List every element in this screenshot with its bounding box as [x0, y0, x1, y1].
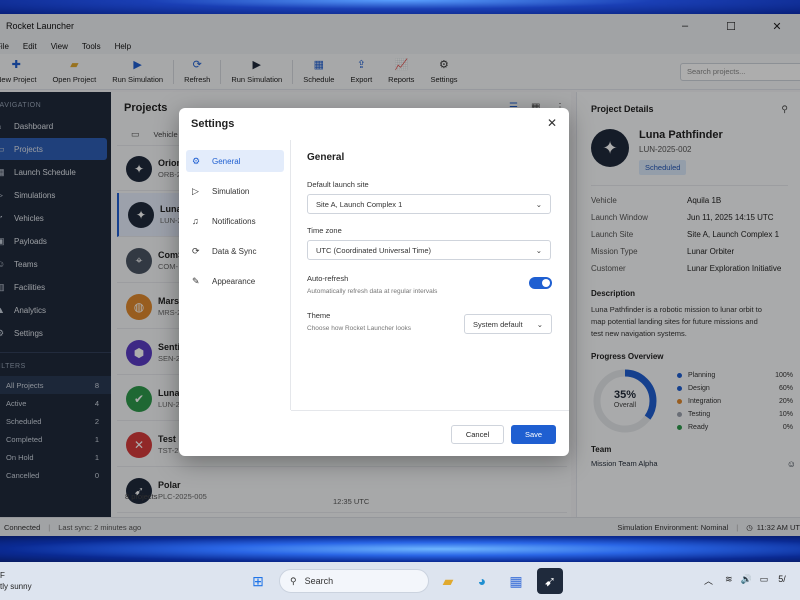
- timezone-label: Time zone: [307, 226, 342, 235]
- theme-hint: Choose how Rocket Launcher looks: [307, 325, 412, 332]
- weather-widget[interactable]: F tly sunny: [0, 570, 32, 592]
- section-title: General: [307, 152, 345, 163]
- wallpaper-bottom: [0, 536, 800, 562]
- brush-icon: ✎: [192, 275, 200, 286]
- dialog-title: Settings: [191, 118, 235, 130]
- theme-label: Theme: [307, 311, 331, 320]
- taskbar-search[interactable]: ⚲ Search: [279, 569, 429, 593]
- launch-site-label: Default launch site: [307, 180, 369, 189]
- gear-icon: ⚙: [192, 155, 201, 166]
- bell-icon: ♫: [192, 216, 199, 226]
- settings-dialog: Settings ✕ ⚙ General ▷ Simulation ♫ Notific…: [179, 108, 569, 456]
- app-window: Rocket Launcher – ☐ ✕ File Edit View Too…: [0, 14, 800, 536]
- timezone-select[interactable]: UTC (Coordinated Universal Time) ⌄: [307, 240, 551, 260]
- dialog-footer-divider: [291, 410, 569, 411]
- volume-icon[interactable]: 🔊: [741, 574, 752, 587]
- weather-desc: tly sunny: [0, 582, 32, 591]
- nav-data-sync[interactable]: ⟳ Data & Sync: [186, 240, 284, 262]
- weather-temp: F: [0, 571, 5, 580]
- save-button[interactable]: Save: [511, 425, 556, 444]
- launch-site-select[interactable]: Site A, Launch Complex 1 ⌄: [307, 194, 551, 214]
- nav-appearance[interactable]: ✎ Appearance: [186, 270, 284, 292]
- chevron-down-icon: ⌄: [535, 245, 542, 255]
- cancel-button[interactable]: Cancel: [451, 425, 504, 444]
- wallpaper-top: [0, 0, 800, 14]
- sync-icon: ⟳: [192, 245, 200, 256]
- windows-start-icon[interactable]: ⊞: [245, 568, 271, 594]
- play-icon: ▷: [192, 185, 199, 196]
- settings-nav: ⚙ General ▷ Simulation ♫ Notifications ⟳ Dat…: [179, 140, 291, 410]
- chevron-down-icon: ⌄: [536, 319, 543, 329]
- nav-general[interactable]: ⚙ General: [186, 150, 284, 172]
- wifi-icon[interactable]: ≋: [725, 574, 733, 587]
- autorefresh-toggle[interactable]: [529, 277, 552, 289]
- taskbar-clock[interactable]: 5/: [778, 574, 786, 587]
- close-icon[interactable]: ✕: [547, 116, 557, 130]
- search-icon: ⚲: [290, 575, 297, 586]
- taskbar: F tly sunny ⊞ ⚲ Search ▰ ◕ ▦ ➹ ︿ ≋ 🔊 ▭ 5/: [0, 562, 800, 600]
- edge-browser-icon[interactable]: ◕: [469, 568, 495, 594]
- chevron-down-icon: ⌄: [535, 199, 542, 209]
- battery-icon[interactable]: ▭: [760, 574, 769, 587]
- autorefresh-hint: Automatically refresh data at regular in…: [307, 288, 438, 295]
- store-icon[interactable]: ▦: [503, 568, 529, 594]
- chevron-up-icon[interactable]: ︿: [704, 574, 713, 587]
- nav-notifications[interactable]: ♫ Notifications: [186, 210, 284, 232]
- file-explorer-icon[interactable]: ▰: [435, 568, 461, 594]
- theme-select[interactable]: System default ⌄: [464, 314, 552, 334]
- autorefresh-label: Auto-refresh: [307, 274, 349, 283]
- nav-simulation[interactable]: ▷ Simulation: [186, 180, 284, 202]
- rocket-launcher-app-icon[interactable]: ➹: [537, 568, 563, 594]
- tray: ︿ ≋ 🔊 ▭ 5/: [704, 574, 786, 587]
